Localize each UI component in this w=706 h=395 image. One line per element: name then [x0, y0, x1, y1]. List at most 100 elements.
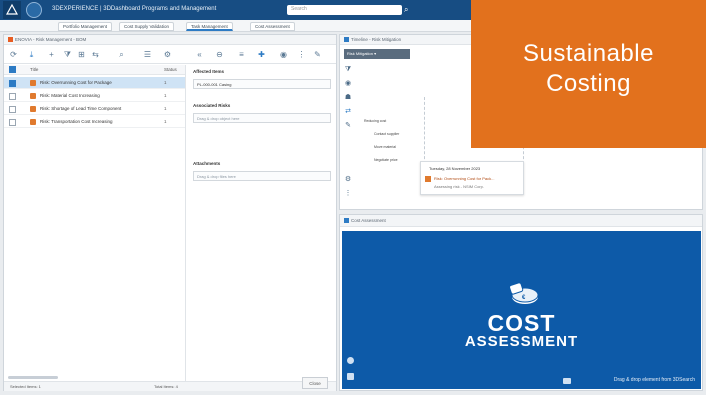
panel-title: Timeline - Risk Mitigation [351, 37, 402, 42]
refresh-icon[interactable]: ⟳ [8, 49, 19, 60]
3ds-logo-icon[interactable] [3, 1, 21, 19]
timeline-icon[interactable]: ⇄ [343, 107, 353, 117]
affected-item-field[interactable]: PL-000-001 Casing [193, 79, 331, 89]
download-icon[interactable]: ⤓ [26, 49, 37, 60]
attachments-dropzone[interactable]: Drag & drop files here [193, 171, 331, 181]
view-select-value: Risk Mitigation [347, 51, 374, 56]
associated-risks-label: Associated Risks [193, 103, 231, 108]
column-status[interactable]: Status [164, 67, 177, 72]
risk-icon [30, 119, 36, 125]
properties-pane: Affected Items PL-000-001 Casing Associa… [187, 65, 337, 381]
banner-line-1: Sustainable [523, 40, 654, 67]
compass-icon[interactable] [26, 2, 42, 18]
selected-count: Selected Items: 1 [10, 384, 41, 389]
panel-title: ENOVIA - Risk Management - BOM [15, 37, 87, 42]
horizontal-scrollbar[interactable] [8, 376, 58, 379]
panel-header: ENOVIA - Risk Management - BOM [4, 35, 336, 45]
filter-icon[interactable]: ⧩ [343, 65, 353, 75]
row-label: Risk: Material Cost Increasing [40, 93, 100, 98]
cost-assessment-panel: Cost Assessment € COST ASSESSMENT Drag &… [339, 214, 703, 391]
affected-items-label: Affected Items [193, 69, 225, 74]
total-count: Total Items: 4 [154, 384, 178, 389]
tag-icon[interactable]: ⊖ [214, 49, 225, 60]
risk-icon [425, 176, 431, 182]
associated-risks-dropzone[interactable]: Drag & drop object here [193, 113, 331, 123]
list-header: Title Status [4, 65, 185, 75]
tab-cost-assessment[interactable]: Cost Assessment [250, 22, 295, 31]
edit-icon[interactable]: ✎ [312, 49, 323, 60]
settings-icon[interactable]: ⚙ [162, 49, 173, 60]
list-item[interactable]: Risk: Material Cost Increasing 1 [4, 90, 185, 102]
cost-assessment-logo-icon: € [509, 282, 539, 304]
close-button[interactable]: Close [302, 377, 328, 389]
status-bar: Selected Items: 1 Total Items: 4 [4, 381, 336, 391]
risk-management-panel: ENOVIA - Risk Management - BOM ⟳ ⤓ + ⧩ ⊞… [3, 34, 337, 391]
sustainable-costing-banner: Sustainable Costing [471, 0, 706, 148]
tab-portfolio-management[interactable]: Portfolio Management [58, 22, 113, 31]
settings-icon[interactable]: ⚙ [343, 175, 353, 185]
tooltip-date: Tuesday, 28 November 2023 [429, 166, 481, 171]
app-title: 3DEXPERIENCE | 3DDashboard Programs and … [52, 6, 217, 12]
column-title[interactable]: Title [30, 67, 38, 72]
task-label[interactable]: Negotiate price [374, 158, 398, 162]
properties-icon[interactable]: ◉ [278, 49, 289, 60]
expand-icon[interactable]: ≡ [236, 49, 247, 60]
task-label[interactable]: Move material [374, 145, 396, 149]
cost-assessment-canvas[interactable]: € COST ASSESSMENT Drag & drop element fr… [342, 231, 701, 389]
app-icon [344, 218, 349, 224]
panel-header: Cost Assessment [340, 215, 702, 227]
risk-icon [30, 93, 36, 99]
row-label: Risk: Overrunning Cost for Package [40, 80, 112, 85]
collapse-icon[interactable]: « [194, 49, 205, 60]
eye-icon[interactable]: ◉ [343, 79, 353, 89]
logo-text-assessment: ASSESSMENT [464, 333, 579, 350]
row-label: Risk: Transportation Cost Increasing [40, 119, 113, 124]
row-checkbox[interactable] [9, 80, 16, 87]
row-checkbox[interactable] [9, 93, 16, 100]
banner-line-2: Costing [546, 70, 631, 97]
list-item[interactable]: Risk: Overrunning Cost for Package 1 [4, 77, 185, 89]
pin-icon[interactable]: ✚ [256, 49, 267, 60]
select-all-checkbox[interactable] [9, 66, 16, 73]
filter-icon[interactable]: ⧩ [62, 49, 73, 60]
tooltip-item[interactable]: Risk: Overrunning Cost for Pack... [434, 176, 494, 181]
panel-title: Cost Assessment [351, 218, 386, 223]
row-checkbox[interactable] [9, 119, 16, 126]
edit-icon[interactable]: ✎ [343, 121, 353, 131]
app-icon [344, 37, 349, 43]
more-icon[interactable]: ⋮ [296, 49, 307, 60]
list-item[interactable]: Risk: Transportation Cost Increasing 1 [4, 116, 185, 128]
attachments-label: Attachments [193, 161, 221, 166]
save-icon[interactable] [347, 373, 354, 380]
search-input[interactable]: Search [287, 5, 402, 15]
search-placeholder: Search [291, 6, 307, 12]
add-icon[interactable]: + [46, 49, 57, 60]
search-icon[interactable]: ⌕ [116, 49, 127, 60]
list-item[interactable]: Risk: Shortage of Lead Time Component 1 [4, 103, 185, 115]
search-icon[interactable]: ⌕ [404, 5, 414, 15]
app-icon [8, 37, 13, 43]
row-count: 1 [164, 106, 167, 111]
task-label[interactable]: Contact supplier [374, 132, 399, 136]
list-view-icon[interactable]: ☰ [142, 49, 153, 60]
row-label: Risk: Shortage of Lead Time Component [40, 106, 122, 111]
more-icon[interactable]: ⋮ [343, 189, 353, 199]
risk-list: Title Status Risk: Overrunning Cost for … [4, 65, 186, 381]
tab-cost-supply-validation[interactable]: Cost Supply Validation [119, 22, 174, 31]
view-select[interactable]: Risk Mitigation ▾ [344, 49, 410, 59]
tab-task-management[interactable]: Task Management [186, 22, 233, 31]
info-icon[interactable] [347, 357, 354, 364]
row-count: 1 [164, 80, 167, 85]
tooltip-subtitle: Assessing risk - NSIM Corp. [434, 184, 485, 189]
row-count: 1 [164, 119, 167, 124]
affected-item-value: PL-000-001 Casing [197, 82, 232, 87]
row-count: 1 [164, 93, 167, 98]
risk-icon [30, 106, 36, 112]
row-checkbox[interactable] [9, 106, 16, 113]
task-label[interactable]: Reducing cost [364, 119, 386, 123]
tree-icon[interactable]: ⊞ [76, 49, 87, 60]
side-toolbar: ⧩ ◉ ☗ ⇄ ✎ ⚙ ⋮ [342, 65, 354, 205]
share-icon[interactable]: ⇆ [90, 49, 101, 60]
timeline-tooltip: Tuesday, 28 November 2023 Risk: Overrunn… [420, 161, 524, 195]
people-icon[interactable]: ☗ [343, 93, 353, 103]
